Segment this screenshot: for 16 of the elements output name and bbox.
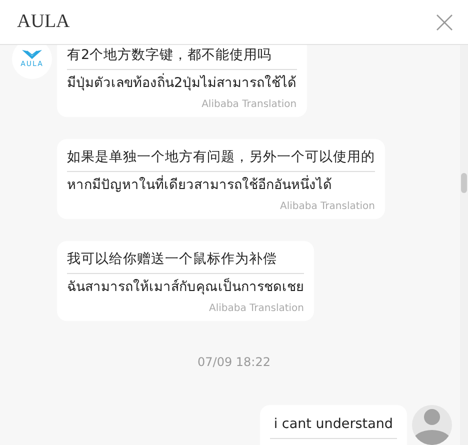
- message-text: 有2个地方数字键，都不能使用吗: [67, 45, 297, 70]
- message-text: i cant understand: [270, 414, 397, 439]
- close-icon[interactable]: [436, 14, 453, 30]
- translation-text: ฉันสามารถให้เมาส์กับคุณเป็นการชดเชย: [67, 277, 304, 297]
- user-avatar-icon: [412, 405, 452, 445]
- message-text: 如果是单独一个地方有问题，另外一个可以使用的: [67, 147, 375, 172]
- message-text: 我可以给你赠送一个鼠标作为补偿: [67, 249, 304, 274]
- translation-text: หากมีปัญหาในที่เดียวสามารถใช้อีกอันหนึ่งได้: [67, 174, 333, 195]
- translation-credit: Alibaba Translation: [200, 98, 297, 112]
- window-title: AULA: [17, 11, 70, 33]
- timestamp: 07/09 18:22: [198, 355, 270, 369]
- translation-text: มีปุ่มตัวเลขท้องถิ่น2ปุ่มไม่สามารถใช้ได้: [67, 72, 297, 93]
- translation-credit: Alibaba Translation: [208, 302, 304, 316]
- scrollbar[interactable]: [460, 45, 468, 445]
- wing-icon: [21, 49, 43, 60]
- translation-credit: Alibaba Translation: [278, 200, 375, 214]
